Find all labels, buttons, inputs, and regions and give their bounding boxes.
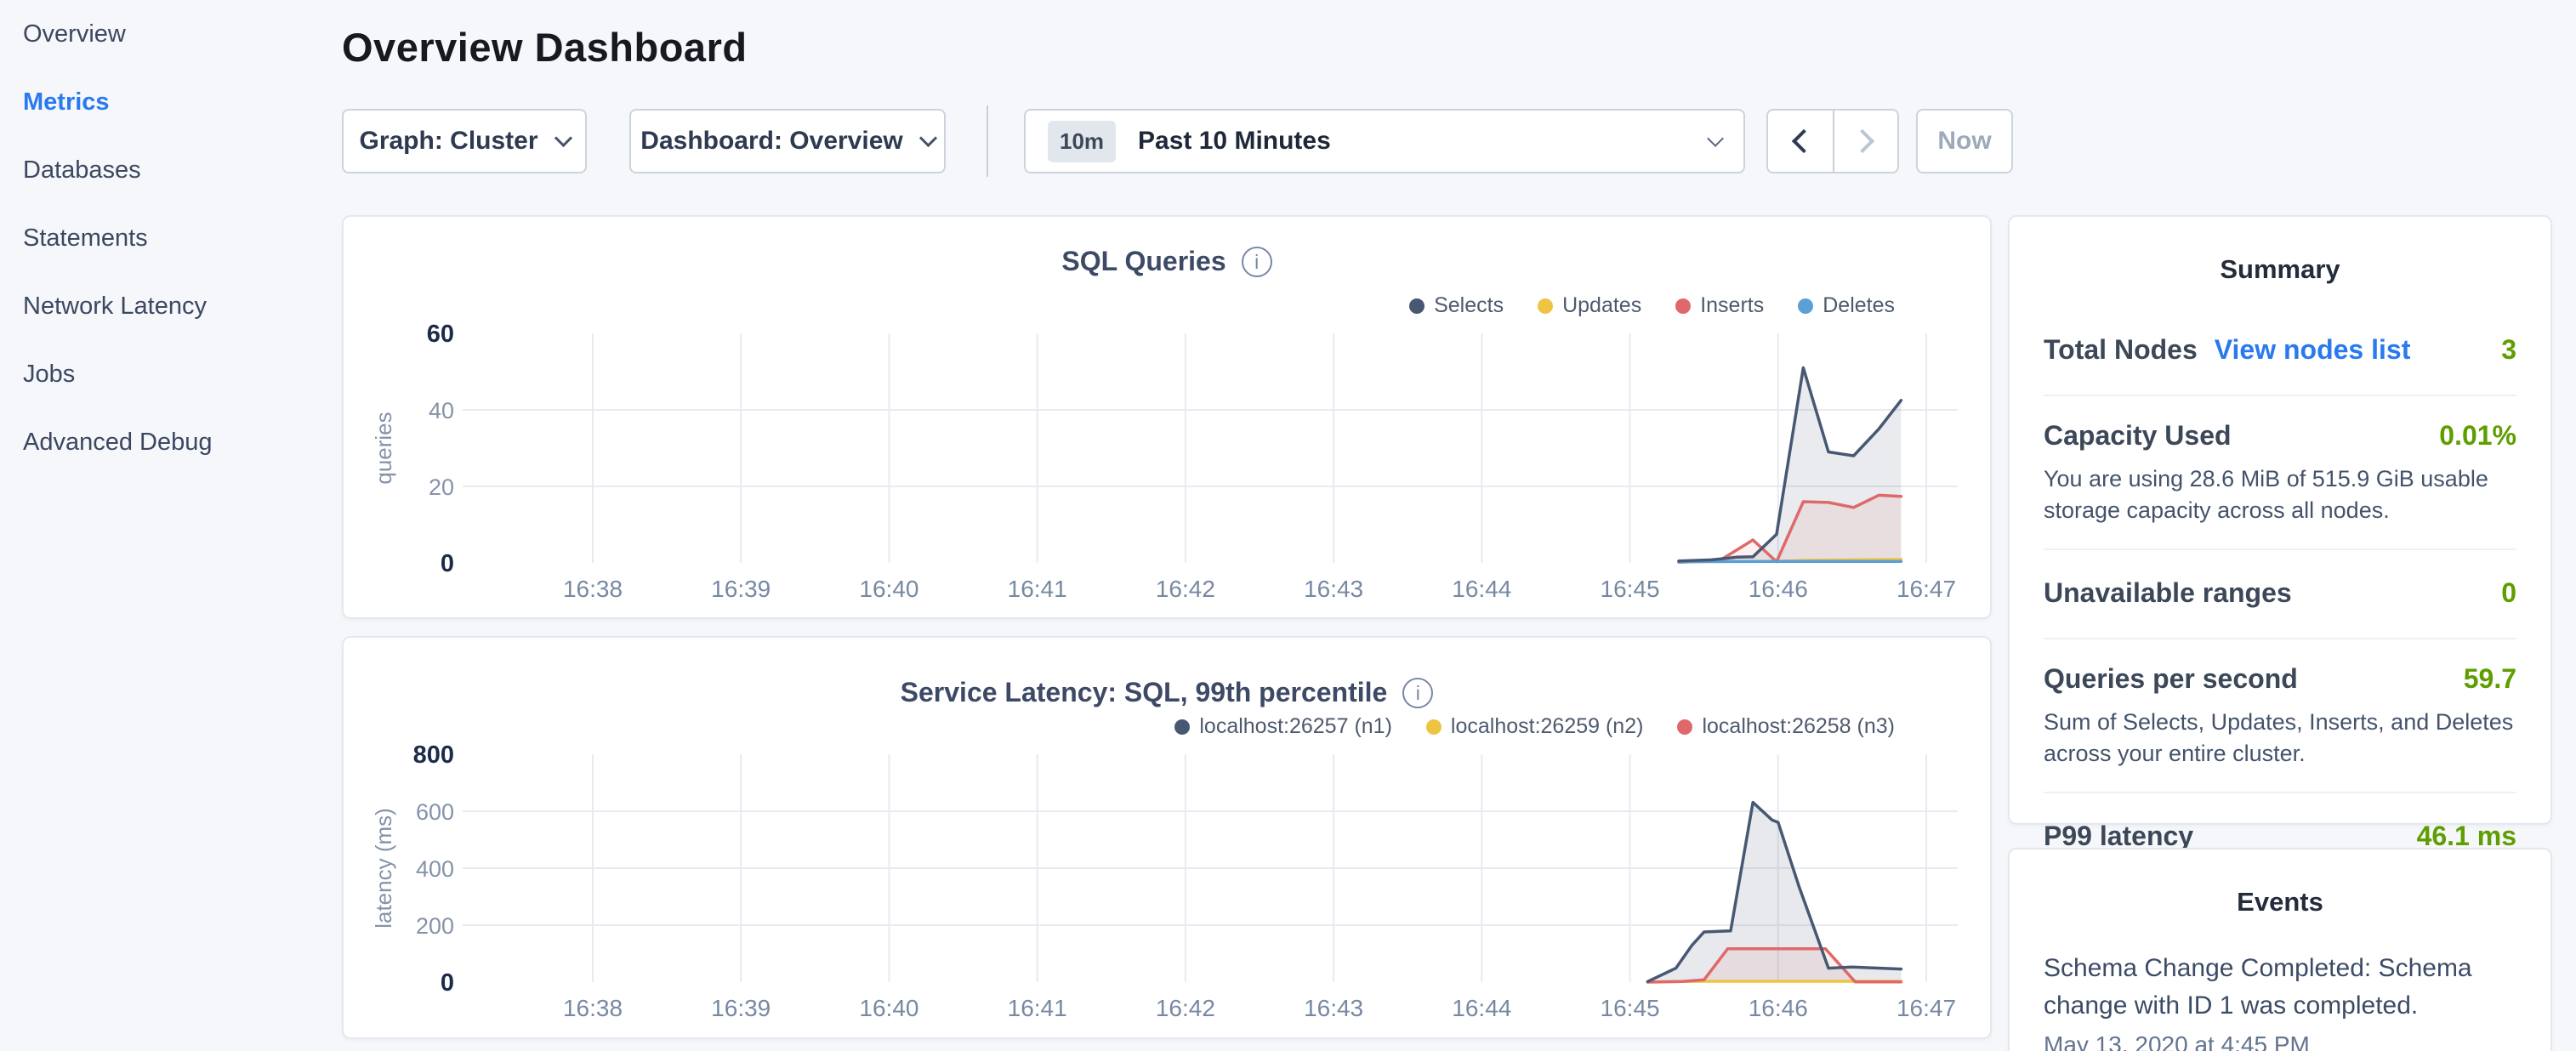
time-range-badge: 10m — [1048, 121, 1116, 162]
svg-text:16:42: 16:42 — [1156, 576, 1215, 602]
service-latency-chart-card: Service Latency: SQL, 99th percentileilo… — [342, 636, 1992, 1039]
svg-text:16:45: 16:45 — [1601, 576, 1660, 602]
svg-text:0: 0 — [441, 550, 454, 577]
svg-text:16:39: 16:39 — [711, 995, 771, 1021]
svg-text:0: 0 — [441, 969, 454, 997]
summary-row-label: Unavailable ranges — [2044, 577, 2292, 609]
event-item[interactable]: Schema Change Completed: Schema change w… — [2044, 950, 2516, 1051]
time-step-buttons — [1766, 109, 1899, 173]
summary-row: Capacity Used 0.01% You are using 28.6 MiB… — [2044, 396, 2516, 550]
summary-row-label: Total Nodes — [2044, 334, 2198, 366]
svg-text:16:39: 16:39 — [711, 576, 771, 602]
svg-text:16:43: 16:43 — [1304, 995, 1363, 1021]
summary-rows: Total Nodes View nodes list 3 Capacity Used… — [2010, 285, 2550, 881]
svg-text:200: 200 — [416, 913, 454, 939]
sidebar-item-statements[interactable]: Statements — [0, 204, 340, 272]
svg-text:16:40: 16:40 — [859, 576, 918, 602]
dashboard-dropdown-label: Dashboard: Overview — [640, 127, 902, 156]
svg-text:16:44: 16:44 — [1452, 995, 1511, 1021]
summary-row-desc: You are using 28.6 MiB of 515.9 GiB usab… — [2044, 463, 2516, 526]
summary-row-head: Queries per second 59.7 — [2044, 663, 2516, 695]
summary-row-value: 0.01% — [2439, 420, 2516, 452]
svg-text:16:42: 16:42 — [1156, 995, 1215, 1021]
event-text: Schema Change Completed: Schema change w… — [2044, 950, 2516, 1025]
chevron-down-icon — [554, 128, 571, 146]
summary-panel: Summary Total Nodes View nodes list 3 Capac… — [2008, 215, 2552, 825]
svg-text:16:46: 16:46 — [1749, 995, 1808, 1021]
svg-text:16:41: 16:41 — [1008, 576, 1067, 602]
summary-title: Summary — [2010, 217, 2550, 285]
svg-text:16:40: 16:40 — [859, 995, 918, 1021]
sidebar-item-jobs[interactable]: Jobs — [0, 340, 340, 408]
chart-plot-area[interactable]: 16:38 16:39 16:40 16:41 16:42 16:43 16:44 16:45… — [344, 638, 1993, 1041]
svg-text:16:45: 16:45 — [1601, 995, 1660, 1021]
svg-text:16:44: 16:44 — [1452, 576, 1511, 602]
sql-queries-chart-card: SQL QueriesiSelectsUpdatesInsertsDeletes… — [342, 215, 1992, 619]
summary-row-head: Total Nodes View nodes list 3 — [2044, 334, 2516, 366]
admin-ui-root: OverviewMetricsDatabasesStatementsNetwor… — [0, 0, 2576, 1051]
svg-text:16:38: 16:38 — [563, 576, 623, 602]
svg-text:16:46: 16:46 — [1749, 576, 1808, 602]
sidebar-nav: OverviewMetricsDatabasesStatementsNetwor… — [0, 0, 340, 1051]
svg-text:40: 40 — [429, 398, 454, 423]
event-timestamp: May 13, 2020 at 4:45 PM — [2044, 1031, 2516, 1051]
time-range-picker[interactable]: 10m Past 10 Minutes — [1024, 109, 1745, 173]
events-title: Events — [2010, 849, 2550, 917]
events-panel: Events Schema Change Completed: Schema c… — [2008, 848, 2552, 1051]
svg-text:16:47: 16:47 — [1896, 995, 1956, 1021]
chart-plot-area[interactable]: 16:38 16:39 16:40 16:41 16:42 16:43 16:44 16:45… — [344, 217, 1993, 621]
summary-row-value: 3 — [2501, 334, 2516, 366]
chevron-left-icon — [1792, 129, 1816, 153]
sidebar-item-overview[interactable]: Overview — [0, 0, 340, 68]
svg-text:600: 600 — [416, 799, 454, 825]
next-time-button[interactable] — [1833, 111, 1897, 172]
svg-text:800: 800 — [413, 741, 454, 769]
summary-row-head: Unavailable ranges 0 — [2044, 577, 2516, 609]
controls-divider — [987, 105, 988, 177]
summary-row-desc: Sum of Selects, Updates, Inserts, and De… — [2044, 707, 2516, 770]
summary-row-link[interactable]: View nodes list — [2215, 334, 2411, 366]
sidebar-item-databases[interactable]: Databases — [0, 136, 340, 204]
svg-text:latency (ms): latency (ms) — [371, 808, 396, 929]
graph-dropdown[interactable]: Graph: Cluster — [342, 109, 587, 173]
chevron-down-icon — [1707, 130, 1724, 147]
chevron-right-icon — [1851, 129, 1874, 153]
page-title: Overview Dashboard — [342, 24, 748, 71]
summary-row-label: Capacity Used — [2044, 420, 2232, 452]
dashboard-dropdown[interactable]: Dashboard: Overview — [629, 109, 946, 173]
summary-row: Queries per second 59.7 Sum of Selects, Up… — [2044, 639, 2516, 793]
sidebar-item-metrics[interactable]: Metrics — [0, 68, 340, 136]
svg-text:queries: queries — [371, 412, 396, 484]
sidebar-item-network-latency[interactable]: Network Latency — [0, 272, 340, 340]
svg-text:16:41: 16:41 — [1008, 995, 1067, 1021]
sidebar-item-advanced-debug[interactable]: Advanced Debug — [0, 408, 340, 476]
svg-text:16:43: 16:43 — [1304, 576, 1363, 602]
summary-row-head: Capacity Used 0.01% — [2044, 420, 2516, 452]
prev-time-button[interactable] — [1768, 111, 1833, 172]
graph-dropdown-label: Graph: Cluster — [359, 127, 537, 156]
svg-text:400: 400 — [416, 856, 454, 882]
now-button[interactable]: Now — [1916, 109, 2013, 173]
events-list: Schema Change Completed: Schema change w… — [2010, 950, 2550, 1051]
summary-row-label: Queries per second — [2044, 663, 2298, 695]
summary-row: Total Nodes View nodes list 3 — [2044, 307, 2516, 396]
summary-row: Unavailable ranges 0 — [2044, 550, 2516, 639]
chevron-down-icon — [919, 128, 937, 146]
svg-text:60: 60 — [427, 321, 454, 348]
time-range-label: Past 10 Minutes — [1138, 127, 1709, 156]
svg-text:16:38: 16:38 — [563, 995, 623, 1021]
svg-text:20: 20 — [429, 474, 454, 500]
svg-text:16:47: 16:47 — [1896, 576, 1956, 602]
summary-row-value: 0 — [2501, 577, 2516, 609]
summary-row-value: 59.7 — [2464, 663, 2516, 695]
